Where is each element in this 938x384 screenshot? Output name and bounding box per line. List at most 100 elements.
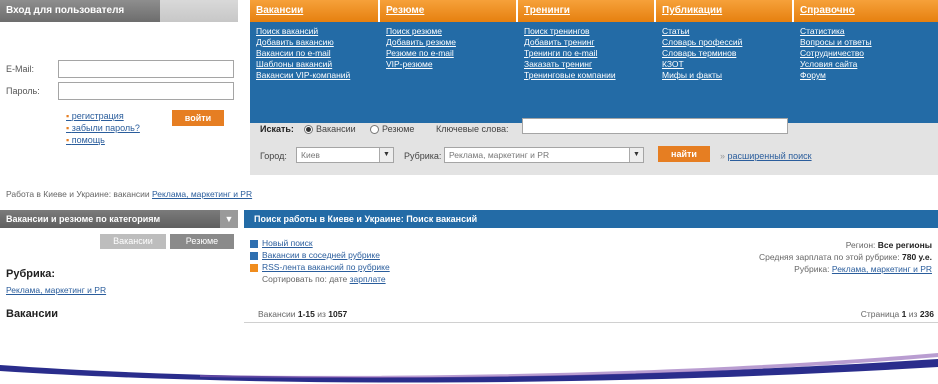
rubric-label: Рубрика: (404, 151, 442, 161)
divider (244, 322, 938, 323)
city-select[interactable]: Киев ▼ (296, 147, 394, 163)
vacancies-heading: Вакансии (6, 308, 58, 320)
nav-col-reference: Справочно Статистика Вопросы и ответы Со… (794, 0, 938, 123)
login-links: регистрация забыли пароль? помощь (66, 110, 140, 146)
nav-col-resume: Резюме Поиск резюме Добавить резюме Резю… (380, 0, 518, 123)
login-button[interactable]: войти (172, 110, 224, 126)
chevron-down-icon: ▼ (379, 148, 393, 162)
region-value: Все регионы (877, 240, 932, 250)
radio-vacancies-label: Вакансии (316, 124, 356, 134)
rss-icon (250, 263, 258, 272)
tab-vacancies[interactable]: Вакансии (250, 0, 380, 22)
login-box: Вход для пользователя E-Mail: Пароль: ре… (0, 0, 238, 175)
region-label: Регион: (845, 240, 876, 250)
nav-link[interactable]: Заказать тренинг (524, 59, 650, 70)
password-field[interactable] (58, 82, 234, 100)
nav-link[interactable]: Вакансии по e-mail (256, 48, 374, 59)
radio-on-icon (304, 125, 313, 135)
nav-link[interactable]: Словарь терминов (662, 48, 788, 59)
radio-resume-label: Резюме (382, 124, 415, 134)
rubric-link[interactable]: Реклама, маркетинг и PR (6, 285, 106, 295)
tab-trainings[interactable]: Тренинги (518, 0, 656, 22)
rubric-info-link[interactable]: Реклама, маркетинг и PR (832, 264, 932, 274)
rubric-info-label: Рубрика: (794, 264, 830, 274)
advanced-search-link[interactable]: расширенный поиск (728, 151, 812, 161)
nav-link[interactable]: Добавить вакансию (256, 37, 374, 48)
radio-resume[interactable]: Резюме (370, 124, 415, 135)
nav-link[interactable]: Условия сайта (800, 59, 932, 70)
forgot-password-link[interactable]: забыли пароль? (66, 122, 140, 134)
nav-link[interactable]: VIP-резюме (386, 59, 512, 70)
option-label: RSS-лента вакансий по рубрике (262, 262, 390, 272)
sort-label: Сортировать по: (262, 274, 327, 284)
nav-link[interactable]: Тренинговые компании (524, 70, 650, 81)
search-panel: Искать: Вакансии Резюме Ключевые слова: … (250, 118, 938, 175)
pages-prefix: Страница (860, 309, 900, 319)
email-field[interactable] (58, 60, 234, 78)
search-label: Искать: (260, 124, 294, 134)
breadcrumb-link[interactable]: Реклама, маркетинг и PR (152, 189, 252, 199)
bullet-icon: » (720, 151, 728, 161)
found-of: из (317, 309, 326, 319)
radio-vacancies[interactable]: Вакансии (304, 124, 356, 135)
option-rss[interactable]: RSS-лента вакансий по рубрике (250, 262, 390, 272)
chevron-down-icon[interactable]: ▼ (220, 210, 238, 228)
option-neighbor-rubric[interactable]: Вакансии в соседней рубрике (250, 250, 380, 260)
register-link[interactable]: регистрация (66, 110, 140, 122)
sort-link[interactable]: зарплате (350, 274, 386, 284)
breadcrumb: Работа в Киеве и Украине: вакансии Рекла… (6, 189, 252, 199)
nav-link[interactable]: Сотрудничество (800, 48, 932, 59)
nav-link[interactable]: Словарь профессий (662, 37, 788, 48)
rubric-value: Реклама, маркетинг и PR (449, 150, 550, 160)
chevron-down-icon: ▼ (629, 148, 643, 162)
salary-label: Средняя зарплата по этой рубрике: (758, 252, 900, 262)
found-total: 1057 (328, 309, 348, 319)
password-label: Пароль: (6, 86, 40, 96)
nav-col-trainings: Тренинги Поиск тренингов Добавить тренин… (518, 0, 656, 123)
pages-current[interactable]: 1 (902, 309, 907, 319)
rubric-info: Рубрика: Реклама, маркетинг и PR (794, 264, 932, 274)
sort-row: Сортировать по: дате зарплате (262, 274, 386, 284)
nav-link[interactable]: Поиск тренингов (524, 26, 650, 37)
help-link[interactable]: помощь (66, 134, 140, 146)
tab-reference[interactable]: Справочно (794, 0, 938, 22)
nav-link[interactable]: Вопросы и ответы (800, 37, 932, 48)
radio-off-icon (370, 125, 379, 135)
tab-resume-side[interactable]: Резюме (170, 234, 234, 249)
login-title: Вход для пользователя (0, 0, 160, 22)
nav-link[interactable]: Добавить резюме (386, 37, 512, 48)
nav-link[interactable]: Резюме по e-mail (386, 48, 512, 59)
category-title: Вакансии и резюме по категориям (6, 214, 161, 224)
nav-link[interactable]: Тренинги по e-mail (524, 48, 650, 59)
tab-resume[interactable]: Резюме (380, 0, 518, 22)
nav-link[interactable]: Добавить тренинг (524, 37, 650, 48)
nav-link[interactable]: Мифы и факты (662, 70, 788, 81)
rubric-select[interactable]: Реклама, маркетинг и PR ▼ (444, 147, 644, 163)
nav-link[interactable]: Поиск резюме (386, 26, 512, 37)
tab-publications[interactable]: Публикации (656, 0, 794, 22)
rubric-heading: Рубрика: (6, 268, 56, 280)
nav-col-publications: Публикации Статьи Словарь профессий Слов… (656, 0, 794, 123)
email-label: E-Mail: (6, 64, 35, 74)
nav-link[interactable]: Вакансии VIP-компаний (256, 70, 374, 81)
find-button[interactable]: найти (658, 146, 710, 162)
salary-info: Средняя зарплата по этой рубрике: 780 у.… (759, 252, 932, 262)
nav-link[interactable]: Статистика (800, 26, 932, 37)
keywords-label: Ключевые слова: (436, 124, 509, 134)
nav-link[interactable]: КЗОТ (662, 59, 788, 70)
option-label: Вакансии в соседней рубрике (262, 250, 380, 260)
keywords-input[interactable] (522, 118, 788, 134)
search-icon (250, 239, 258, 248)
main-nav: Вакансии Поиск вакансий Добавить ваканси… (250, 0, 938, 123)
found-count: Вакансии 1-15 из 1057 (258, 309, 347, 319)
category-bar[interactable]: Вакансии и резюме по категориям ▼ (0, 210, 238, 228)
advanced-search[interactable]: » расширенный поиск (720, 151, 812, 161)
option-new-search[interactable]: Новый поиск (250, 238, 313, 248)
nav-link[interactable]: Форум (800, 70, 932, 81)
breadcrumb-prefix: Работа в Киеве и Украине: вакансии (6, 189, 150, 199)
nav-col-vacancies: Вакансии Поиск вакансий Добавить ваканси… (250, 0, 380, 123)
nav-link[interactable]: Статьи (662, 26, 788, 37)
nav-link[interactable]: Шаблоны вакансий (256, 59, 374, 70)
tab-vacancies-side[interactable]: Вакансии (100, 234, 166, 249)
nav-link[interactable]: Поиск вакансий (256, 26, 374, 37)
